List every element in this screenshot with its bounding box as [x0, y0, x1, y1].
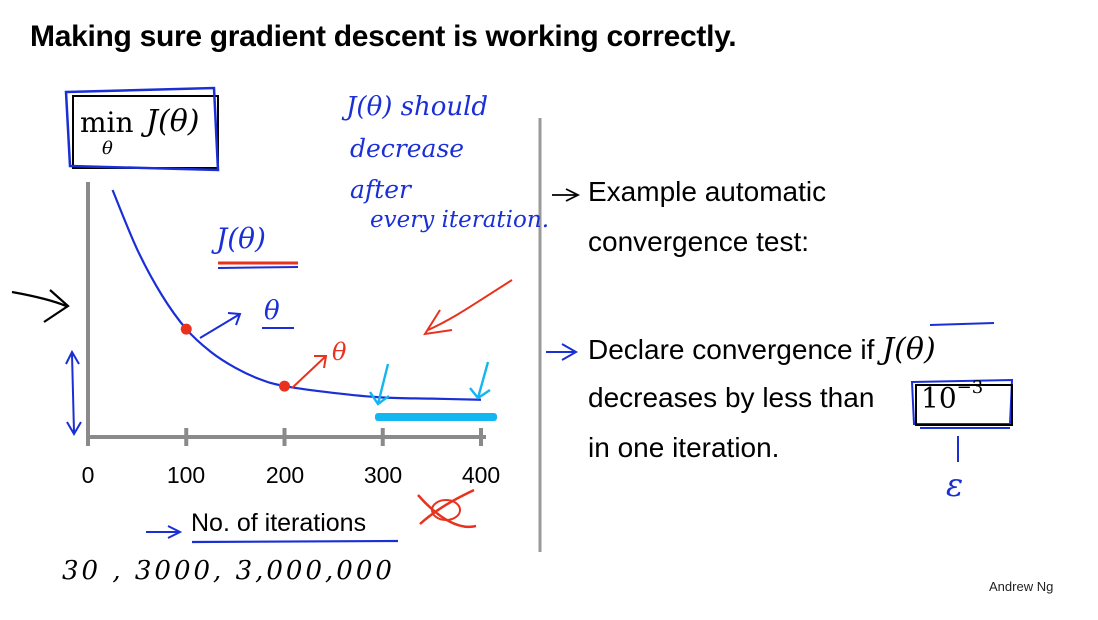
theta-arrow-1 [199, 312, 242, 339]
curve-label: J(θ) [216, 222, 266, 255]
theta-arrow-2 [291, 355, 328, 389]
note-line-2: decrease [350, 134, 465, 163]
converged-highlight [375, 413, 497, 421]
note-line-1: J(θ) should [346, 92, 489, 122]
threshold-value: 10−3 [921, 377, 983, 415]
plateau-arrow-red [423, 279, 513, 336]
curve-label-underline-blue [217, 266, 299, 269]
threshold-base: 10 [921, 381, 957, 415]
note-line-3: after [350, 175, 411, 204]
bullet-2-jtheta: J(θ) [882, 332, 936, 367]
slide-canvas [11, 86, 1014, 552]
x-tick-label-400: 400 [461, 462, 501, 488]
highlighted-point-1 [180, 323, 192, 335]
plateau-arrow-right [469, 361, 491, 400]
x-tick-label-200: 200 [265, 462, 305, 488]
x-tick-label-300: 300 [363, 462, 403, 488]
xlabel-underline [191, 539, 399, 544]
highlighted-points [180, 323, 290, 392]
jtheta-overline [929, 322, 995, 326]
bullet-arrow-2 [546, 343, 579, 361]
bullet-2-line-2: decreases by less than [588, 382, 875, 413]
bullet-arrow-1 [552, 188, 581, 202]
x-ticks [86, 428, 483, 446]
bullet-2-line-1-text: Declare convergence if [588, 334, 883, 365]
xlabel-arrow [146, 525, 183, 539]
slide-title: Making sure gradient descent is working … [30, 20, 737, 53]
plateau-arrow-left [369, 363, 390, 406]
theta-mark-2: θ [332, 338, 347, 366]
cross-out-circle [431, 499, 461, 521]
highlighted-point-2 [279, 380, 290, 392]
bullet-2-line-3: in one iteration. [588, 432, 780, 463]
x-tick-label-100: 100 [166, 462, 206, 488]
x-tick-label-0: 0 [81, 462, 95, 488]
theta-mark-1: θ [264, 296, 280, 326]
note-line-4: every iteration. [370, 207, 550, 233]
y-axis-double-arrow [65, 349, 82, 436]
bullet-1-line-1: Example automatic [588, 176, 827, 207]
objective-min: min [80, 106, 134, 139]
bullet-2-line-1: Declare convergence if J(θ) [588, 332, 936, 367]
author-credit: Andrew Ng [989, 579, 1054, 594]
epsilon-mark: ε [946, 466, 964, 504]
iteration-counts: 30 , 3000, 3,000,000 [62, 556, 395, 586]
objective-function: J(θ) [146, 104, 200, 139]
objective-subscript: θ [102, 138, 113, 159]
threshold-exponent: −3 [956, 377, 984, 398]
cross-out-mark [417, 488, 477, 529]
x-axis-label: No. of iterations [191, 509, 367, 537]
bullet-1-line-2: convergence test: [588, 226, 810, 257]
left-margin-arrow [11, 289, 70, 323]
